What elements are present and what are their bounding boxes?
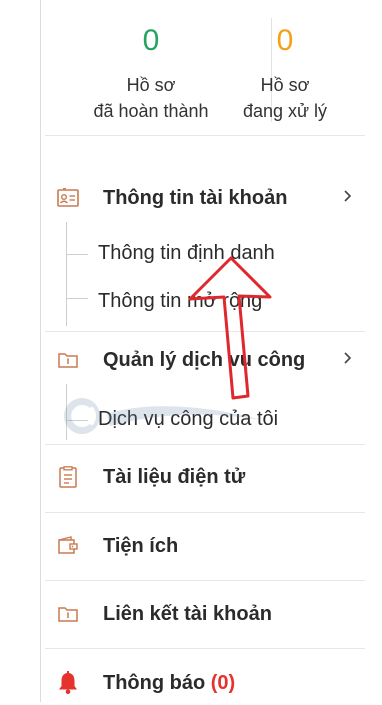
chevron-right-icon: [343, 350, 353, 371]
menu-public-services-label: Quản lý dịch vụ công: [103, 348, 306, 371]
menu-notifications[interactable]: Thông báo (0): [45, 661, 365, 705]
submenu-identity-info[interactable]: Thông tin định danh: [98, 242, 275, 265]
menu-account-info-label: Thông tin tài khoản: [103, 186, 288, 209]
folder-icon: [57, 349, 79, 371]
tree-line: [66, 222, 67, 326]
tree-branch: [66, 420, 88, 421]
divider: [45, 648, 365, 649]
menu-account-info[interactable]: Thông tin tài khoản: [45, 176, 365, 220]
divider: [45, 580, 365, 581]
menu-notifications-label: Thông báo (0): [103, 672, 235, 695]
submenu-my-public-services[interactable]: Dịch vụ công của tôi: [98, 408, 278, 431]
stats-panel: 0 Hồ sơ đã hoàn thành 0 Hồ sơ đang xử lý: [41, 0, 371, 135]
submenu-extended-info[interactable]: Thông tin mở rộng: [98, 290, 262, 313]
chevron-right-icon: [343, 188, 353, 209]
tree-line: [66, 384, 67, 440]
stat-processing-label: Hồ sơ đang xử lý: [205, 72, 365, 124]
bell-icon: [57, 671, 79, 695]
stat-processing-label-line2: đang xử lý: [242, 101, 328, 121]
stat-processing-count: 0: [276, 24, 294, 57]
menu-electronic-documents-label: Tài liệu điện tử: [103, 465, 246, 488]
wallet-icon: [57, 535, 79, 557]
notifications-label-text: Thông báo: [103, 671, 206, 694]
divider: [45, 135, 365, 136]
menu-utilities[interactable]: Tiện ích: [45, 524, 365, 568]
tree-branch: [66, 254, 88, 255]
id-card-icon: [57, 187, 79, 209]
stat-processing[interactable]: 0 Hồ sơ đang xử lý: [205, 0, 365, 124]
menu-utilities-label: Tiện ích: [103, 534, 179, 557]
menu-public-services[interactable]: Quản lý dịch vụ công: [45, 338, 365, 382]
document-icon: [57, 466, 79, 488]
folder-link-icon: [57, 603, 79, 625]
divider: [45, 331, 365, 332]
stat-processing-label-line1: Hồ sơ: [260, 75, 310, 95]
tree-branch: [66, 298, 88, 299]
notification-count-badge: (0): [210, 671, 236, 694]
menu-electronic-documents[interactable]: Tài liệu điện tử: [45, 455, 365, 499]
menu-linked-accounts-label: Liên kết tài khoản: [103, 602, 272, 625]
divider: [45, 444, 365, 445]
divider: [45, 512, 365, 513]
menu-linked-accounts[interactable]: Liên kết tài khoản: [45, 592, 365, 636]
